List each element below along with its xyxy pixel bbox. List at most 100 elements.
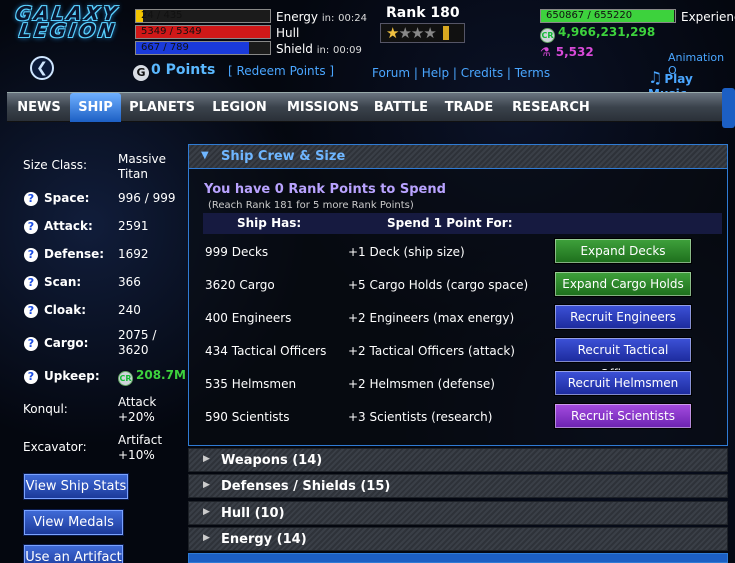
help-link[interactable]: Help bbox=[422, 66, 449, 80]
music-note-icon: ♫ bbox=[648, 68, 663, 87]
nav-trade[interactable]: TRADE bbox=[439, 93, 499, 122]
star-icon: ★ bbox=[423, 24, 436, 42]
energy-label: Energy in: 00:24 bbox=[276, 10, 367, 24]
shield-label: Shield in: 00:09 bbox=[276, 42, 362, 56]
credits-amount: CR 4,966,231,298 bbox=[540, 25, 655, 43]
forum-link[interactable]: Forum bbox=[372, 66, 410, 80]
ship-crew-panel: ▼ Ship Crew & Size You have 0 Rank Point… bbox=[188, 144, 728, 446]
nav-news[interactable]: NEWS bbox=[11, 93, 67, 122]
cloak-value: 240 bbox=[118, 303, 141, 317]
rank-stars: ★★★★ bbox=[380, 23, 465, 43]
energy-bar: 24 / 435 bbox=[135, 9, 271, 23]
table-row: 434 Tactical Officers +2 Tactical Office… bbox=[189, 335, 727, 381]
help-icon: ? bbox=[24, 370, 38, 384]
size-class-value: Massive Titan bbox=[118, 152, 167, 181]
recruit-tactical-officers-button[interactable]: Recruit Tactical Officers bbox=[554, 337, 692, 381]
recruit-engineers-button[interactable]: Recruit Engineers bbox=[554, 304, 692, 330]
expand-cargo-holds-button[interactable]: Expand Cargo Holds bbox=[554, 271, 692, 297]
credits-link[interactable]: Credits bbox=[461, 66, 503, 80]
star-icon: ★ bbox=[410, 24, 424, 42]
excavator-label: Excavator: bbox=[23, 440, 87, 454]
g-points-icon: G bbox=[133, 65, 149, 81]
chevron-right-icon: ▶ bbox=[203, 454, 210, 464]
chevron-right-icon: ▶ bbox=[203, 533, 210, 543]
chevron-right-icon: ▶ bbox=[203, 480, 210, 490]
upkeep-label[interactable]: ? Upkeep: bbox=[24, 369, 100, 384]
scan-label[interactable]: ? Scan: bbox=[24, 275, 81, 290]
help-icon: ? bbox=[24, 337, 38, 351]
back-arrow-icon[interactable]: ❮ bbox=[30, 56, 54, 80]
section-hull[interactable]: ▶ Hull (10) bbox=[188, 501, 728, 525]
table-row: 535 Helmsmen +2 Helmsmen (defense) Recru… bbox=[189, 368, 727, 401]
cloak-label[interactable]: ? Cloak: bbox=[24, 303, 86, 318]
cargo-value: 2075 / 3620 bbox=[118, 328, 157, 357]
konqul-label: Konqul: bbox=[23, 402, 68, 416]
recruit-scientists-button[interactable]: Recruit Scientists bbox=[554, 403, 692, 429]
col-ship-has: Ship Has: bbox=[237, 216, 302, 230]
attack-label[interactable]: ? Attack: bbox=[24, 219, 93, 234]
nav-battle[interactable]: BATTLE bbox=[371, 93, 431, 122]
help-icon: ? bbox=[24, 248, 38, 262]
defense-label[interactable]: ? Defense: bbox=[24, 247, 104, 262]
nav-missions[interactable]: MISSIONS bbox=[281, 93, 365, 122]
table-row: 590 Scientists +3 Scientists (research) … bbox=[189, 401, 727, 434]
col-spend-point: Spend 1 Point For: bbox=[387, 216, 513, 230]
star-icon: ★ bbox=[386, 24, 399, 42]
size-class-label: Size Class: bbox=[23, 158, 88, 172]
upkeep-value: CR 208.7M bbox=[118, 368, 186, 386]
nav-research[interactable]: RESEARCH bbox=[507, 93, 595, 122]
credits-icon: CR bbox=[540, 28, 555, 43]
rank-points-reach: (Reach Rank 181 for 5 more Rank Points) bbox=[208, 200, 414, 211]
rank-progress-icon bbox=[442, 26, 449, 40]
chevron-down-icon: ▼ bbox=[201, 150, 209, 161]
section-energy[interactable]: ▶ Energy (14) bbox=[188, 527, 728, 551]
main-nav: NEWS SHIP PLANETS LEGION MISSIONS BATTLE… bbox=[7, 92, 729, 122]
nav-legion[interactable]: LEGION bbox=[207, 93, 272, 122]
experience-bar: 650867 / 655220 bbox=[540, 9, 676, 23]
defense-value: 1692 bbox=[118, 247, 149, 261]
nav-planets[interactable]: PLANETS bbox=[125, 93, 199, 122]
rank-label: Rank 180 bbox=[386, 5, 460, 21]
table-row: 999 Decks +1 Deck (ship size) Expand Dec… bbox=[189, 236, 727, 269]
g-points[interactable]: G0 Points bbox=[133, 62, 215, 81]
section-defenses-shields[interactable]: ▶ Defenses / Shields (15) bbox=[188, 474, 728, 498]
terms-link[interactable]: Terms bbox=[515, 66, 550, 80]
table-row: 3620 Cargo +5 Cargo Holds (cargo space) … bbox=[189, 269, 727, 302]
help-icon: ? bbox=[24, 220, 38, 234]
galaxy-legion-logo[interactable]: GALAXY LEGION bbox=[11, 3, 133, 46]
credits-icon: CR bbox=[118, 371, 133, 386]
shield-bar: 667 / 789 bbox=[135, 41, 271, 55]
hull-label: Hull bbox=[276, 26, 300, 40]
redeem-points-link[interactable]: [ Redeem Points ] bbox=[228, 64, 334, 78]
excavator-value: Artifact +10% bbox=[118, 433, 163, 462]
cargo-label[interactable]: ? Cargo: bbox=[24, 336, 88, 351]
nav-ship[interactable]: SHIP bbox=[70, 93, 121, 122]
crew-table-header: Ship Has: Spend 1 Point For: bbox=[203, 213, 722, 234]
space-value: 996 / 999 bbox=[118, 191, 176, 205]
top-links: Forum | Help | Credits | Terms bbox=[372, 66, 551, 80]
help-icon: ? bbox=[24, 304, 38, 318]
table-row: 400 Engineers +2 Engineers (max energy) … bbox=[189, 302, 727, 335]
hull-bar: 5349 / 5349 bbox=[135, 25, 271, 39]
attack-value: 2591 bbox=[118, 219, 149, 233]
view-medals-button[interactable]: View Medals bbox=[24, 510, 123, 535]
flask-icon: ⚗ bbox=[540, 45, 551, 59]
side-scroll-tab[interactable] bbox=[722, 88, 735, 128]
konqul-value: Attack +20% bbox=[118, 395, 157, 424]
use-artifact-button[interactable]: Use an Artifact bbox=[24, 545, 123, 563]
experience-label: Experienc bbox=[681, 10, 735, 24]
view-ship-stats-button[interactable]: View Ship Stats bbox=[24, 474, 128, 499]
chevron-right-icon: ▶ bbox=[203, 507, 210, 517]
scan-value: 366 bbox=[118, 275, 141, 289]
space-label[interactable]: ? Space: bbox=[24, 191, 89, 206]
ship-crew-header[interactable]: ▼ Ship Crew & Size bbox=[189, 145, 727, 169]
rank-points-spend: You have 0 Rank Points to Spend bbox=[204, 182, 446, 197]
help-icon: ? bbox=[24, 192, 38, 206]
section-weapons[interactable]: ▶ Weapons (14) bbox=[188, 448, 728, 472]
help-icon: ? bbox=[24, 276, 38, 290]
recruit-helmsmen-button[interactable]: Recruit Helmsmen bbox=[554, 370, 692, 396]
section-next[interactable] bbox=[188, 553, 728, 563]
expand-decks-button[interactable]: Expand Decks bbox=[554, 238, 692, 264]
elements-amount: ⚗ 5,532 bbox=[540, 45, 594, 59]
star-icon: ★ bbox=[398, 24, 411, 42]
